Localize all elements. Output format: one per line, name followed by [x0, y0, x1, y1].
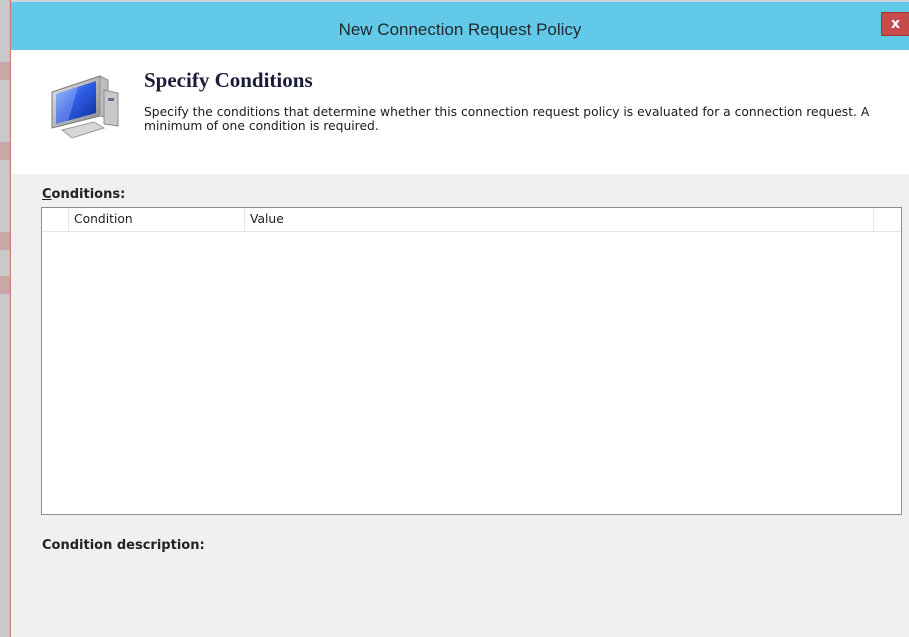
- column-header-check[interactable]: [42, 208, 69, 231]
- close-button[interactable]: x: [881, 12, 909, 36]
- dialog-window: New Connection Request Policy x Specify …: [10, 0, 909, 637]
- conditions-label-access-key: C: [42, 187, 52, 202]
- wizard-header: Specify Conditions Specify the condition…: [11, 50, 909, 174]
- condition-description-text: [41, 560, 902, 630]
- monitor-icon: [51, 75, 119, 139]
- description-line-1: Specify the conditions that determine wh…: [144, 105, 870, 119]
- edge-marker: [0, 276, 10, 294]
- conditions-label-text: onditions:: [51, 187, 126, 202]
- page-heading: Specify Conditions: [144, 68, 313, 92]
- conditions-list-body[interactable]: [42, 232, 901, 514]
- conditions-list[interactable]: Condition Value: [41, 207, 902, 515]
- close-icon: x: [890, 16, 901, 32]
- edge-marker: [0, 142, 10, 160]
- column-header-value[interactable]: Value: [245, 208, 874, 231]
- background-window-edge: [0, 0, 10, 637]
- column-header-filler: [874, 208, 901, 231]
- edge-marker: [0, 62, 10, 80]
- description-line-2: minimum of one condition is required.: [144, 119, 379, 133]
- title-bar[interactable]: New Connection Request Policy x: [11, 0, 909, 50]
- conditions-list-header: Condition Value: [42, 208, 901, 232]
- column-header-condition[interactable]: Condition: [69, 208, 245, 231]
- conditions-label: Conditions:: [42, 187, 125, 202]
- condition-description-label: Condition description:: [42, 538, 205, 553]
- page-description: Specify the conditions that determine wh…: [144, 105, 909, 133]
- window-title: New Connection Request Policy: [338, 20, 582, 39]
- edge-marker: [0, 232, 10, 250]
